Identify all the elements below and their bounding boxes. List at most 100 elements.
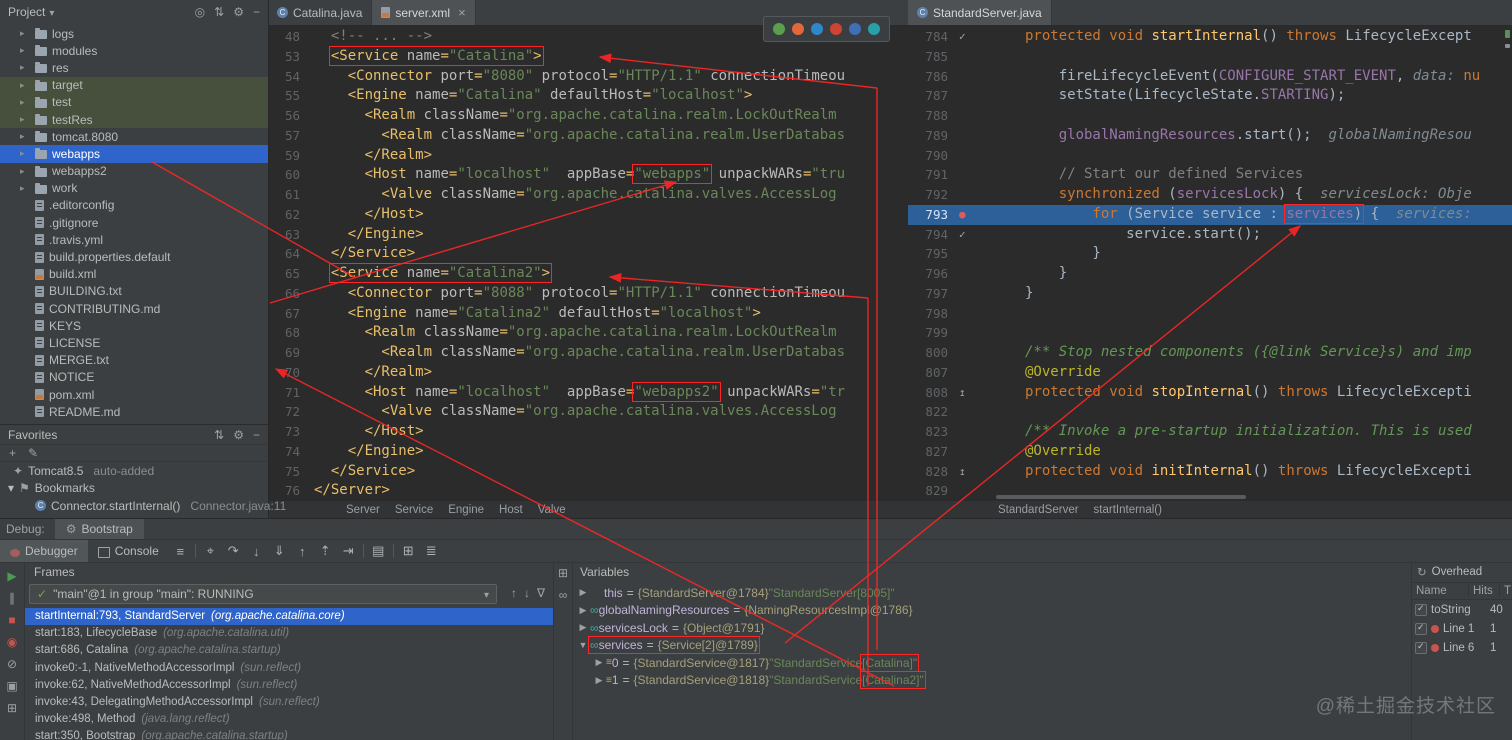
code-line-827[interactable]: 827 @Override	[908, 442, 1512, 462]
evaluate-icon[interactable]: ▤	[367, 543, 390, 559]
edge-browser-icon[interactable]	[868, 23, 880, 35]
camera-icon[interactable]: ▣	[6, 679, 17, 693]
line-number[interactable]: 75	[274, 462, 304, 482]
expand-arrow-icon[interactable]: ▶	[592, 675, 606, 686]
code-line-72[interactable]: 72 <Valve className="org.apache.catalina…	[268, 402, 908, 422]
code-line-796[interactable]: 796 }	[908, 264, 1512, 284]
line-number[interactable]: 69	[274, 343, 304, 363]
line-number[interactable]: 823	[914, 422, 952, 442]
settings-icon[interactable]: ⚙	[233, 428, 244, 442]
project-tree-item-modules[interactable]: ▸ modules	[0, 42, 268, 59]
line-number[interactable]: 827	[914, 442, 952, 462]
thread-selector[interactable]: "main"@1 in group "main": RUNNING	[29, 584, 497, 604]
favorites-item[interactable]: ✦ Tomcat8.5 auto-added	[0, 462, 268, 480]
chrome-browser-icon[interactable]	[773, 23, 785, 35]
code-line-61[interactable]: 61 <Valve className="org.apache.catalina…	[268, 185, 908, 205]
breadcrumb-item[interactable]: startInternal()	[1094, 504, 1162, 516]
line-number[interactable]: 808	[914, 383, 952, 403]
project-tree-item-build-properties-default[interactable]: build.properties.default	[0, 248, 268, 265]
code-line-67[interactable]: 67 <Engine name="Catalina2" defaultHost=…	[268, 304, 908, 324]
line-number[interactable]: 799	[914, 323, 952, 343]
project-tree-item-res[interactable]: ▸ res	[0, 59, 268, 76]
gutter-icons[interactable]	[952, 442, 1019, 462]
check-icon[interactable]: ✓	[959, 225, 966, 245]
gutter-icons[interactable]	[952, 146, 1019, 166]
project-tree-item-webapps2[interactable]: ▸ webapps2	[0, 163, 268, 180]
mute-breakpoints-icon[interactable]: ⊘	[7, 657, 17, 671]
line-number[interactable]: 48	[274, 27, 304, 47]
code-line-788[interactable]: 788	[908, 106, 1512, 126]
expand-arrow-icon[interactable]: ▸	[20, 28, 30, 39]
gutter-icons[interactable]	[952, 304, 1019, 324]
editor-tab-standardserver-java[interactable]: C StandardServer.java	[908, 0, 1052, 25]
frame-row[interactable]: invoke0:-1, NativeMethodAccessorImpl (sun…	[25, 660, 553, 677]
gutter-icons[interactable]: ↥	[952, 383, 1019, 403]
project-tree-item-work[interactable]: ▸ work	[0, 180, 268, 197]
debug-tab-console[interactable]: Console	[88, 540, 169, 562]
code-line-828[interactable]: 828 ↥ protected void initInternal() throws…	[908, 462, 1512, 482]
checkbox[interactable]	[1415, 622, 1427, 635]
project-tree-item-building-txt[interactable]: BUILDING.txt	[0, 283, 268, 300]
locate-icon[interactable]: ◎	[195, 5, 205, 19]
line-number[interactable]: 790	[914, 146, 952, 166]
line-number[interactable]: 800	[914, 343, 952, 363]
line-number[interactable]: 61	[274, 185, 304, 205]
code-line-795[interactable]: 795 }	[908, 244, 1512, 264]
code-line-786[interactable]: 786 fireLifecycleEvent(CONFIGURE_START_E…	[908, 67, 1512, 87]
down-icon[interactable]: ↓	[524, 586, 530, 600]
gutter-icons[interactable]	[952, 323, 1019, 343]
code-line-57[interactable]: 57 <Realm className="org.apache.catalina…	[268, 126, 908, 146]
right-editor-code[interactable]: 784 ✓ protected void startInternal() throw…	[908, 25, 1512, 501]
sort-icon[interactable]: ⇅	[214, 428, 224, 442]
step-over-icon[interactable]: ↷	[222, 543, 245, 559]
gutter-icons[interactable]	[952, 422, 1019, 442]
safari-browser-icon[interactable]	[811, 23, 823, 35]
line-number[interactable]: 789	[914, 126, 952, 146]
code-line-807[interactable]: 807 @Override	[908, 363, 1512, 383]
line-number[interactable]: 795	[914, 244, 952, 264]
project-tree-item-readme-md[interactable]: README.md	[0, 403, 268, 420]
line-number[interactable]: 63	[274, 225, 304, 245]
resume-icon[interactable]: ▶	[7, 569, 16, 583]
code-line-70[interactable]: 70 </Realm>	[268, 363, 908, 383]
code-line-76[interactable]: 76 </Server>	[268, 481, 908, 501]
project-tree-item-license[interactable]: LICENSE	[0, 334, 268, 351]
line-number[interactable]: 60	[274, 165, 304, 185]
gutter-icons[interactable]	[952, 126, 1019, 146]
expand-arrow-icon[interactable]: ▸	[20, 183, 30, 194]
run-to-cursor-icon[interactable]: ⇥	[337, 543, 360, 559]
code-line-68[interactable]: 68 <Realm className="org.apache.catalina…	[268, 323, 908, 343]
edit-icon[interactable]: ✎	[28, 446, 38, 460]
line-number[interactable]: 829	[914, 481, 952, 501]
breadcrumb-item[interactable]: StandardServer	[998, 504, 1079, 516]
expand-arrow-icon[interactable]: ▸	[20, 114, 30, 125]
collapse-icon[interactable]: ⇅	[214, 5, 224, 19]
project-tree-item-keys[interactable]: KEYS	[0, 317, 268, 334]
expand-arrow-icon[interactable]: ▶	[576, 605, 590, 616]
project-tree-item-build-xml[interactable]: build.xml	[0, 266, 268, 283]
code-line-59[interactable]: 59 </Realm>	[268, 146, 908, 166]
code-line-800[interactable]: 800 /** Stop nested components ({@link Se…	[908, 343, 1512, 363]
line-number[interactable]: 62	[274, 205, 304, 225]
code-line-65[interactable]: 65 <Service name="Catalina2">	[268, 263, 908, 284]
view-breakpoints-icon[interactable]: ◉	[7, 635, 17, 649]
editor-tab-server-xml[interactable]: server.xml	[372, 0, 476, 25]
line-number[interactable]: 57	[274, 126, 304, 146]
code-line-798[interactable]: 798	[908, 304, 1512, 324]
layout-icon[interactable]: ⊞	[7, 701, 17, 715]
gutter-icons[interactable]: ●	[952, 205, 1019, 225]
gutter-icons[interactable]: ✓	[952, 225, 1019, 245]
filter-icon[interactable]: ∇	[537, 586, 545, 600]
step-into-icon[interactable]: ↓	[245, 544, 268, 559]
force-step-into-icon[interactable]: ⇓	[268, 543, 291, 559]
line-number[interactable]: 828	[914, 462, 952, 482]
opera-browser-icon[interactable]	[830, 23, 842, 35]
code-line-808[interactable]: 808 ↥ protected void stopInternal() throws…	[908, 383, 1512, 403]
watch-icon[interactable]: ≣	[420, 543, 443, 559]
expand-arrow-icon[interactable]: ▶	[576, 622, 590, 633]
project-tree-item-merge-txt[interactable]: MERGE.txt	[0, 352, 268, 369]
gutter-icons[interactable]	[952, 244, 1019, 264]
variable-row[interactable]: ▶ ∞ globalNamingResources = {NamingResources…	[572, 602, 1411, 620]
code-line-790[interactable]: 790	[908, 146, 1512, 166]
frame-row[interactable]: startInternal:793, StandardServer (org.ap…	[25, 608, 553, 626]
